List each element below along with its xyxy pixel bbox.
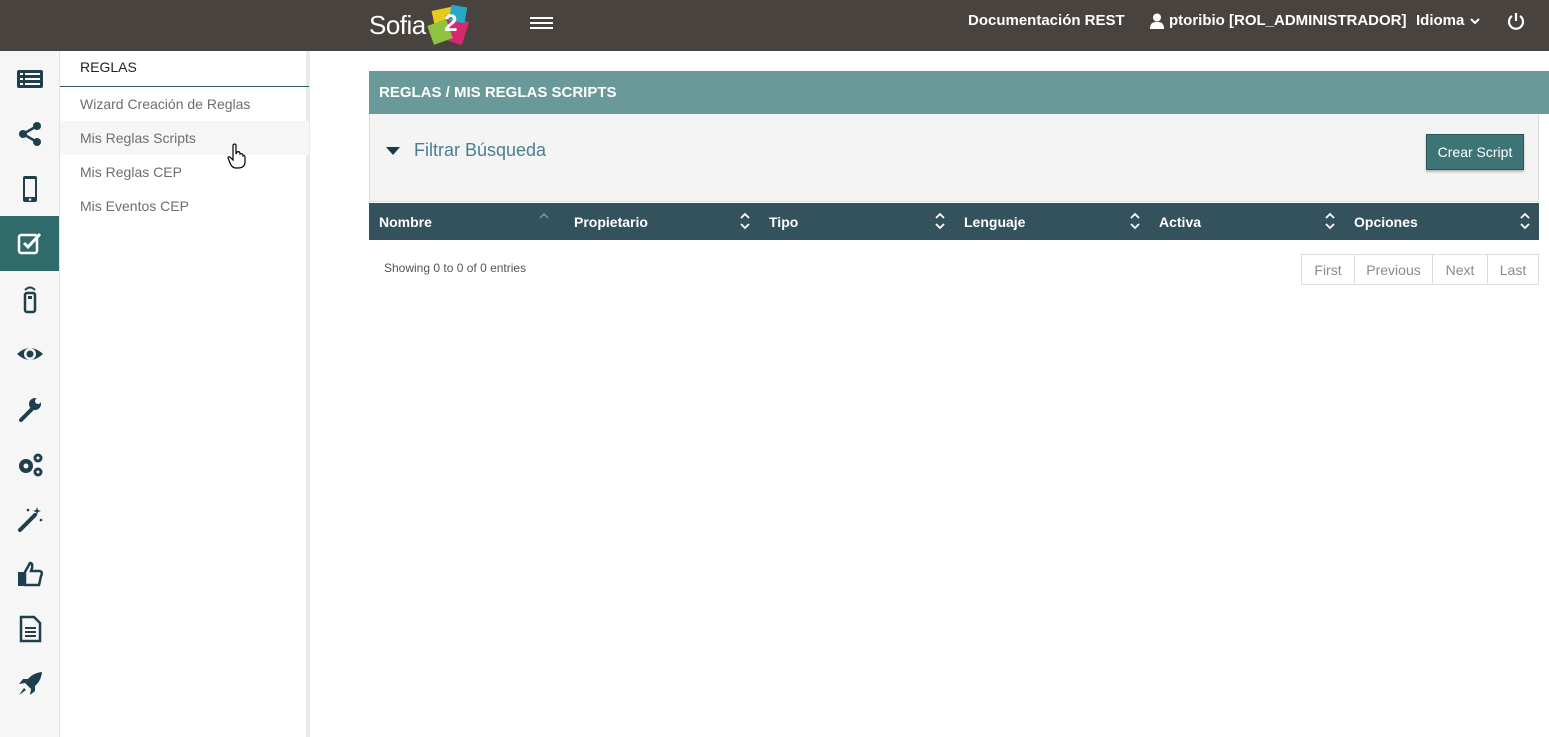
rail-item-tools[interactable] [0,381,59,436]
submenu-item-cep-events[interactable]: Mis Eventos CEP [60,189,309,223]
rail-item-like[interactable] [0,546,59,601]
rail-item-document[interactable] [0,601,59,656]
caret-down-icon [386,146,400,155]
edit-check-icon [17,232,41,254]
pager-next-button[interactable]: Next [1433,255,1488,284]
share-icon [18,121,41,146]
thumbs-up-icon [17,561,43,586]
pager-previous-button[interactable]: Previous [1355,255,1433,284]
rail-item-list[interactable] [0,51,59,106]
column-header-type[interactable]: Tipo [759,203,954,240]
language-dropdown[interactable]: Idioma [1416,12,1481,29]
pager-first-button[interactable]: First [1302,255,1355,284]
page-title: REGLAS / MIS REGLAS SCRIPTS [369,71,1549,114]
rail-item-mobile[interactable] [0,161,59,216]
rail-item-share[interactable] [0,106,59,161]
documentation-rest-link[interactable]: Documentación REST [968,12,1125,29]
rail-item-remote[interactable] [0,271,59,326]
user-menu[interactable]: ptoribio [ROL_ADMINISTRADOR] [1150,12,1406,29]
column-header-owner[interactable]: Propietario [564,203,759,240]
sort-icon [1520,212,1530,230]
sort-asc-icon [539,212,549,219]
icon-sidebar [0,51,60,737]
filter-label: Filtrar Búsqueda [414,140,547,160]
column-label: Opciones [1354,213,1418,230]
top-navbar: Sofia 2 Documentación REST ptoribio [ROL… [0,0,1549,51]
mobile-icon [22,175,37,202]
menu-toggle-icon[interactable] [530,14,553,32]
pagination: First Previous Next Last [1301,254,1539,285]
rail-item-settings[interactable] [0,436,59,491]
submenu-title: REGLAS [80,59,137,75]
filter-panel: Filtrar Búsqueda Crear Script [369,114,1539,202]
submenu-item-cep-rules[interactable]: Mis Reglas CEP [60,155,309,189]
column-label: Tipo [769,213,799,230]
rail-item-wizard[interactable] [0,491,59,546]
column-label: Activa [1159,213,1202,230]
wrench-icon [18,397,41,422]
rail-item-deploy[interactable] [0,656,59,711]
column-header-name[interactable]: Nombre [369,203,564,240]
sort-icon [740,212,750,230]
sort-icon [1325,212,1335,230]
logo-text: Sofia [369,9,426,40]
submenu-item-scripts[interactable]: Mis Reglas Scripts [60,121,309,155]
submenu-item-wizard[interactable]: Wizard Creación de Reglas [60,87,309,121]
sofia-logo[interactable]: Sofia 2 [369,4,470,46]
sort-icon [935,212,945,230]
rail-item-view[interactable] [0,326,59,381]
user-icon [1150,13,1164,29]
chevron-down-icon [1470,17,1481,24]
eye-icon [16,347,43,360]
table-info: Showing 0 to 0 of 0 entries [384,261,527,275]
column-header-active[interactable]: Activa [1149,203,1344,240]
magic-wand-icon [17,506,42,532]
rail-item-rules[interactable] [0,216,59,271]
remote-icon [23,286,36,313]
column-label: Nombre [379,213,432,230]
language-label: Idioma [1416,12,1465,29]
filter-toggle[interactable]: Filtrar Búsqueda [386,140,546,161]
rules-submenu: REGLAS Wizard Creación de Reglas Mis Reg… [60,51,310,737]
logo-mark: 2 [426,4,470,46]
gears-icon [18,453,42,476]
create-script-button[interactable]: Crear Script [1426,134,1524,170]
column-header-options[interactable]: Opciones [1344,203,1539,240]
logo-number: 2 [444,10,458,37]
rocket-icon [18,671,42,695]
column-label: Lenguaje [964,213,1026,230]
user-name: ptoribio [ROL_ADMINISTRADOR] [1169,12,1407,29]
table-header: Nombre Propietario Tipo Lenguaje Activa [369,203,1539,240]
pager-last-button[interactable]: Last [1488,255,1538,284]
column-label: Propietario [574,213,648,230]
document-icon [19,615,41,642]
sort-icon [1130,212,1140,230]
list-icon [16,69,43,88]
column-header-language[interactable]: Lenguaje [954,203,1149,240]
power-icon[interactable] [1506,11,1526,31]
